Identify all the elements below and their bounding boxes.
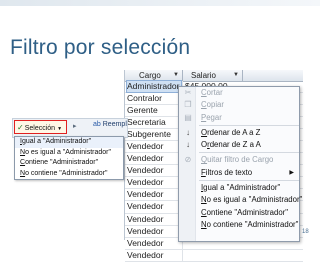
ribbon-separator: ▸ [73,123,77,130]
context-menu-item[interactable]: ▤ Pegar [179,112,299,124]
menu-separator [199,180,299,182]
chevron-down-icon: ▼ [57,126,63,132]
context-menu-item-label: o es igual a "Administrador" [206,195,303,205]
column-header-salario-label: Salario [191,71,216,80]
column-header-cargo[interactable]: Cargo ▼ [125,70,183,81]
selection-menu-item[interactable]: No contiene "Administrador" [15,169,123,180]
context-menu-item[interactable]: Igual a "Administrador" [179,182,299,194]
replace-button-label: Reempl [102,121,127,128]
paste-icon: ▤ [184,112,192,122]
context-menu-item-label: gual a "Administrador" [203,183,281,193]
selection-menu-item[interactable]: Igual a "Administrador" [15,137,123,148]
cell-cargo[interactable]: Subgerente [127,129,181,140]
column-context-menu: ✂ Cortar ❐ Copiar ▤ Pegar ↓ Ordenar de A a Z ↓ Or… [178,86,302,242]
cell-cargo[interactable]: Vendedor [127,177,181,188]
selection-menu-item[interactable]: No es igual a "Administrador" [15,148,123,159]
selection-menu-item-label: o contiene "Administrador" [25,169,108,177]
context-menu-item-label: opiar [206,100,224,110]
slide-title: Filtro por selección [10,36,191,59]
cell-cargo[interactable]: Vendedor [127,238,181,249]
cell-cargo[interactable]: Vendedor [127,250,181,261]
menu-separator [199,124,299,126]
cell-cargo[interactable]: Vendedor [127,165,181,176]
replace-icon: ab [93,121,101,128]
cell-cargo[interactable]: Administrador [126,80,182,93]
context-menu-item-label: denar de Z a A [209,140,261,150]
context-menu-item-label: iltros de texto [205,167,253,177]
slide-top-band [0,0,320,6]
selection-menu-item-label: ontiene "Administrador" [25,159,99,166]
context-menu-item-label: rdenar de A a Z [207,127,261,137]
context-menu-item[interactable]: ⊘ Quitar filtro de Cargo [179,154,299,166]
cell-cargo[interactable]: Vendedor [127,189,181,200]
context-menu-item[interactable]: Filtros de texto ▶ [179,167,299,179]
selection-menu-item-label: gual a "Administrador" [21,138,92,145]
context-menu-item[interactable]: ↓ Ordenar de A a Z [179,127,299,139]
context-menu-item[interactable]: ❐ Copiar [179,99,299,111]
chevron-down-icon[interactable]: ▼ [233,70,239,81]
context-menu-item-label: uitar filtro de Cargo [207,155,274,165]
cell-cargo[interactable]: Vendedor [127,226,181,237]
context-menu-item[interactable]: Contiene "Administrador" [179,207,299,219]
cell-cargo[interactable]: Vendedor [127,153,181,164]
filter-selection-icon: ✓ [17,123,24,132]
selection-button[interactable]: ✓Selección ▼ [14,120,67,134]
chevron-right-icon: ▶ [289,169,294,176]
cell-cargo[interactable]: Gerente [127,105,181,116]
column-header-cargo-label: Cargo [139,71,161,80]
replace-button[interactable]: ab Reempl [93,121,127,128]
context-menu-item[interactable]: ↓ Ordenar de Z a A [179,139,299,151]
context-menu-item[interactable]: No es igual a "Administrador" [179,194,302,206]
table-row[interactable]: Vendedor [125,249,303,262]
sort-asc-icon: ↓ [186,127,190,137]
cell-cargo[interactable]: Secretaria [127,117,181,128]
cell-cargo[interactable]: Vendedor [127,214,181,225]
context-menu-item[interactable]: No contiene "Administrador" [179,219,299,231]
cell-cargo[interactable]: Vendedor [127,201,181,212]
column-header-salario[interactable]: Salario ▼ [183,70,243,81]
context-menu-item-label: egar [206,112,222,122]
cell-cargo[interactable]: Contralor [127,93,181,104]
chevron-down-icon[interactable]: ▼ [173,70,179,81]
copy-icon: ❐ [184,100,192,110]
ribbon-sort-filter-group: ✓Selección ▼ ▸ ab Reempl [12,118,128,138]
selection-dropdown-menu: Igual a "Administrador" No es igual a "Ad… [14,136,124,180]
selection-button-label: Selección [24,125,56,132]
context-menu-item[interactable]: ✂ Cortar [179,87,299,99]
clear-filter-icon: ⊘ [184,155,192,165]
context-menu-item-label: ortar [206,88,223,97]
selection-menu-item[interactable]: Contiene "Administrador" [15,158,123,169]
page-number: 18 [302,229,309,235]
context-menu-item-label: o contiene "Administrador" [206,219,299,229]
menu-separator [199,152,299,154]
column-divider [182,249,183,261]
cut-icon: ✂ [184,88,192,97]
context-menu-item-label: ontiene "Administrador" [206,207,289,217]
cell-cargo[interactable]: Vendedor [127,141,181,152]
selection-menu-item-label: o es igual a "Administrador" [25,148,111,156]
sort-desc-icon: ↓ [186,140,190,150]
